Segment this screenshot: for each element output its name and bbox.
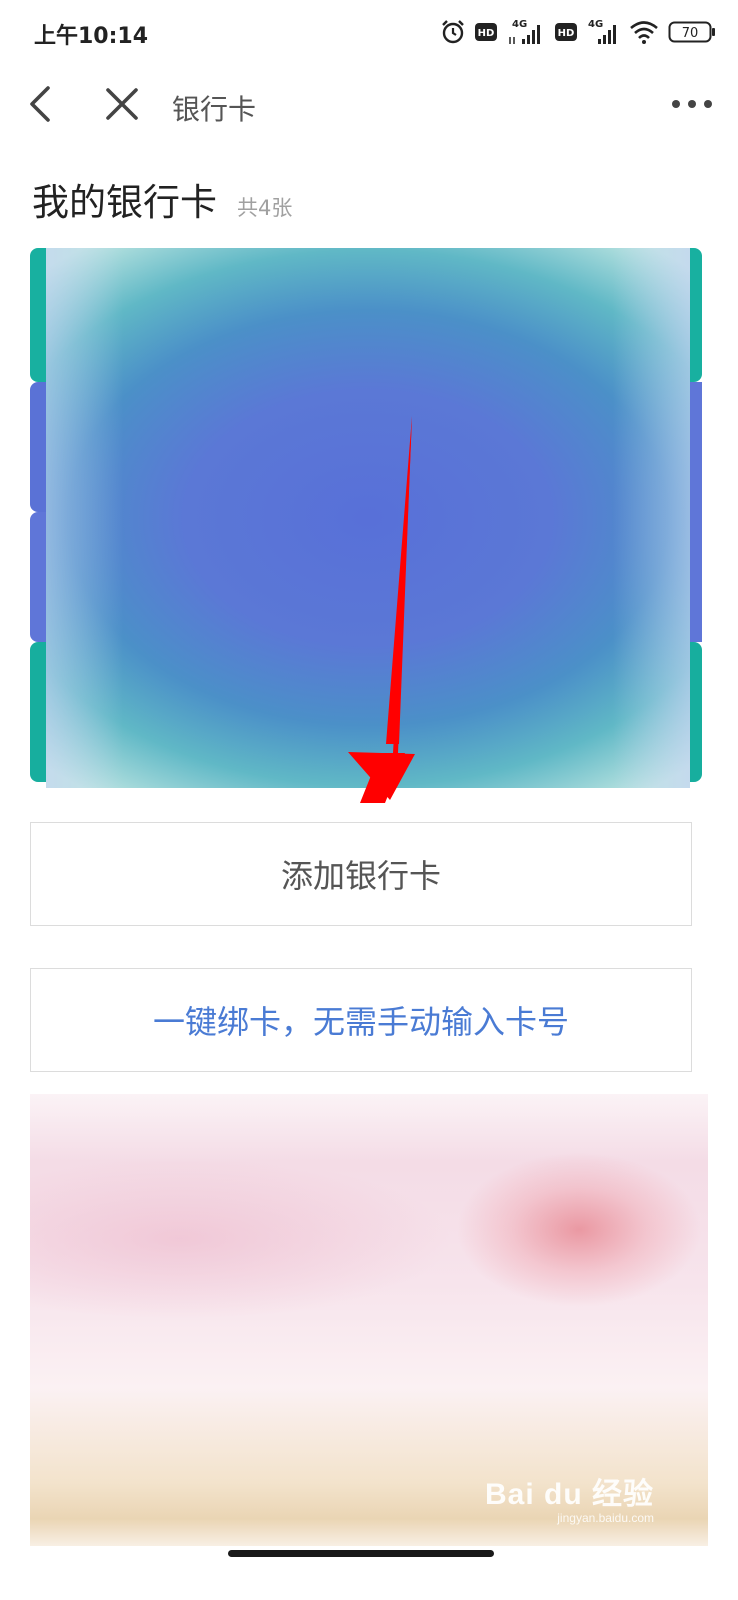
watermark-sub: jingyan.baidu.com <box>557 1511 654 1525</box>
svg-text:HD: HD <box>558 28 575 39</box>
page-heading: 我的银行卡 共4张 <box>32 172 292 226</box>
one-key-bind-button[interactable]: 一键绑卡，无需手动输入卡号 <box>30 968 692 1072</box>
more-icon[interactable] <box>668 86 716 122</box>
promo-banner[interactable]: Bai du 经验 jingyan.baidu.com <box>30 1094 708 1546</box>
signal-2-icon: 4G <box>588 19 616 44</box>
nav-title: 银行卡 <box>172 93 257 126</box>
chevron-left-icon[interactable] <box>22 82 66 126</box>
status-bar: 上午10:14 HD 4G HD 4G 70 <box>0 0 738 66</box>
bank-card-blurred[interactable] <box>46 248 690 788</box>
wifi-icon <box>630 21 658 44</box>
status-time: 上午10:14 <box>34 24 149 49</box>
battery-icon: 70 <box>668 21 715 43</box>
watermark-logo: Bai du 经验 <box>484 1478 654 1511</box>
baidu-watermark: Bai du 经验 jingyan.baidu.com <box>484 1478 654 1525</box>
svg-text:4G: 4G <box>588 19 603 30</box>
close-icon[interactable] <box>100 82 144 126</box>
card-count: 共4张 <box>237 196 293 220</box>
battery-level: 70 <box>682 26 699 41</box>
svg-text:HD: HD <box>478 28 495 39</box>
bank-card-stack[interactable] <box>30 248 706 803</box>
page-title: 我的银行卡 <box>32 181 217 224</box>
signal-1-icon: 4G <box>509 19 540 44</box>
svg-text:4G: 4G <box>512 19 527 30</box>
hd-badge-icon-2: HD <box>555 23 577 41</box>
home-indicator[interactable] <box>228 1550 494 1557</box>
add-bank-card-button[interactable]: 添加银行卡 <box>30 822 692 926</box>
nav-bar: 银行卡 <box>0 66 738 146</box>
status-icons: HD 4G HD 4G 70 <box>440 14 716 50</box>
hd-badge-icon: HD <box>475 23 497 41</box>
alarm-icon <box>442 20 464 44</box>
